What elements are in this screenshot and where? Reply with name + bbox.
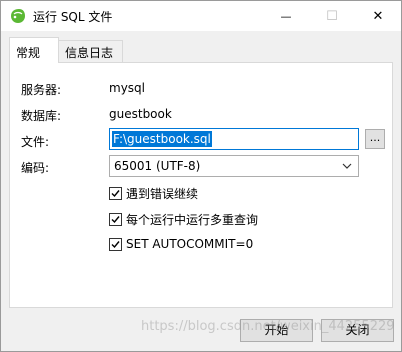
encoding-select[interactable]: 65001 (UTF-8) [109,155,359,177]
close-icon: ✕ [372,8,384,24]
minimize-button[interactable]: — [263,1,309,31]
file-label: 文件: [21,135,50,149]
continue-on-error-checkbox[interactable] [109,187,122,200]
window-title: 运行 SQL 文件 [33,10,113,24]
general-panel: 服务器: mysql 数据库: guestbook 文件: F:\guestbo… [9,62,393,308]
check-icon [111,216,120,224]
start-button[interactable]: 开始 [240,319,313,342]
server-value: mysql [109,81,145,95]
database-value: guestbook [109,107,172,121]
browse-button[interactable]: ... [365,129,385,149]
autocommit-label: SET AUTOCOMMIT=0 [126,237,254,251]
maximize-button[interactable]: ☐ [309,1,355,31]
tab-general[interactable]: 常规 [9,37,59,63]
server-label: 服务器: [21,83,62,97]
minimize-icon: — [280,9,292,23]
check-icon [111,190,120,198]
file-path-input[interactable]: F:\guestbook.sql [109,128,359,150]
file-path-text: F:\guestbook.sql [112,131,212,147]
encoding-value: 65001 (UTF-8) [114,159,201,173]
run-sql-file-dialog: 运行 SQL 文件 — ☐ ✕ 常规 信息日志 服务器: mysql 数据库: … [0,0,402,352]
autocommit-checkbox[interactable] [109,237,122,251]
encoding-label: 编码: [21,161,50,175]
leaf-icon [11,9,25,23]
database-label: 数据库: [21,109,62,123]
maximize-icon: ☐ [326,8,338,24]
autocommit-option[interactable]: SET AUTOCOMMIT=0 [109,237,253,251]
continue-on-error-option[interactable]: 遇到错误继续 [109,185,198,202]
tab-info-log[interactable]: 信息日志 [59,40,123,62]
continue-on-error-label: 遇到错误继续 [126,187,199,201]
multiple-queries-label: 每个运行中运行多重查询 [126,213,259,227]
check-icon [111,240,120,248]
multiple-queries-checkbox[interactable] [109,213,122,226]
close-button[interactable]: 关闭 [321,319,394,342]
chevron-down-icon [342,163,352,169]
multiple-queries-option[interactable]: 每个运行中运行多重查询 [109,211,258,228]
close-window-button[interactable]: ✕ [355,1,401,31]
tab-strip: 常规 信息日志 [9,37,393,63]
title-bar[interactable]: 运行 SQL 文件 — ☐ ✕ [1,1,401,31]
